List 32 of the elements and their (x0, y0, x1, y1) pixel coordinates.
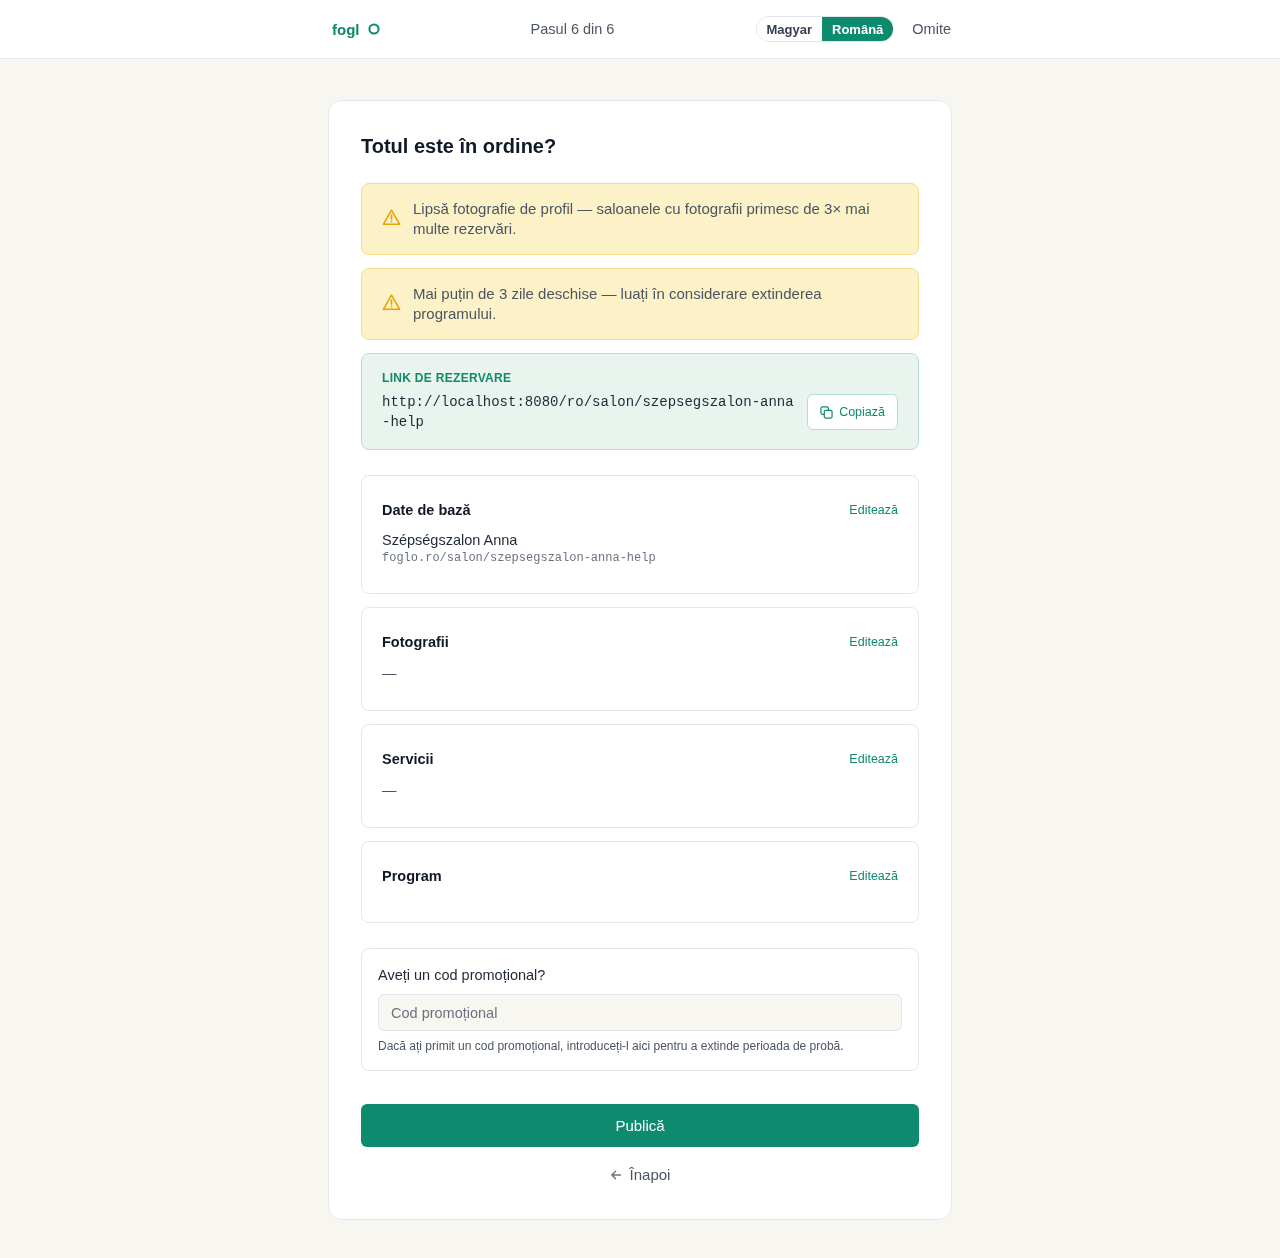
section-title: Servicii (382, 751, 434, 767)
edit-link[interactable]: Editează (849, 869, 898, 883)
section-title: Program (382, 868, 442, 884)
edit-link[interactable]: Editează (849, 503, 898, 517)
publish-button[interactable]: Publică (361, 1104, 919, 1147)
back-arrow-icon (609, 1169, 622, 1181)
promo-hint: Dacă ați primit un cod promoțional, introduceți-l aici pentru a extinde perioada de probă. (378, 1038, 845, 1054)
empty-value: — (382, 664, 397, 683)
salon-url: foglo.ro/salon/szepsegszalon-anna-help (382, 550, 657, 567)
copy-icon (820, 405, 834, 419)
logo-ring-icon (367, 23, 380, 35)
logo-text[interactable]: fogl (332, 20, 360, 38)
warning-icon (382, 293, 401, 312)
page-title: Totul este în ordine? (361, 134, 558, 159)
booking-link-url: http://localhost:8080/ro/salon/szepsegszalon-anna-help (382, 393, 795, 432)
promo-label: Aveți un cod promoțional? (378, 966, 547, 985)
step-indicator: Pasul 6 din 6 (530, 21, 615, 37)
warning-text: Mai puțin de 3 zile deschise — luați în considerare extinderea programului. (413, 284, 823, 324)
salon-name: Szépségszalon Anna (382, 531, 519, 550)
edit-link[interactable]: Editează (849, 752, 898, 766)
skip-link[interactable]: Omite (912, 21, 951, 37)
booking-link-label: LINK DE REZERVARE (382, 370, 513, 386)
back-link[interactable]: Înapoi (609, 1165, 671, 1185)
copy-button[interactable]: Copiază (807, 394, 898, 430)
empty-value: — (382, 781, 397, 800)
section-title: Fotografii (382, 634, 449, 650)
language-option[interactable]: Română (822, 17, 894, 41)
promo-code-field[interactable]: Cod promoțional (378, 994, 902, 1031)
section-title: Date de bază (382, 502, 471, 518)
edit-link[interactable]: Editează (849, 635, 898, 649)
warning-text: Lipsă fotografie de profil — saloanele cu fotografii primesc de 3× mai multe rezervări. (413, 199, 871, 239)
warning-icon (382, 208, 401, 227)
